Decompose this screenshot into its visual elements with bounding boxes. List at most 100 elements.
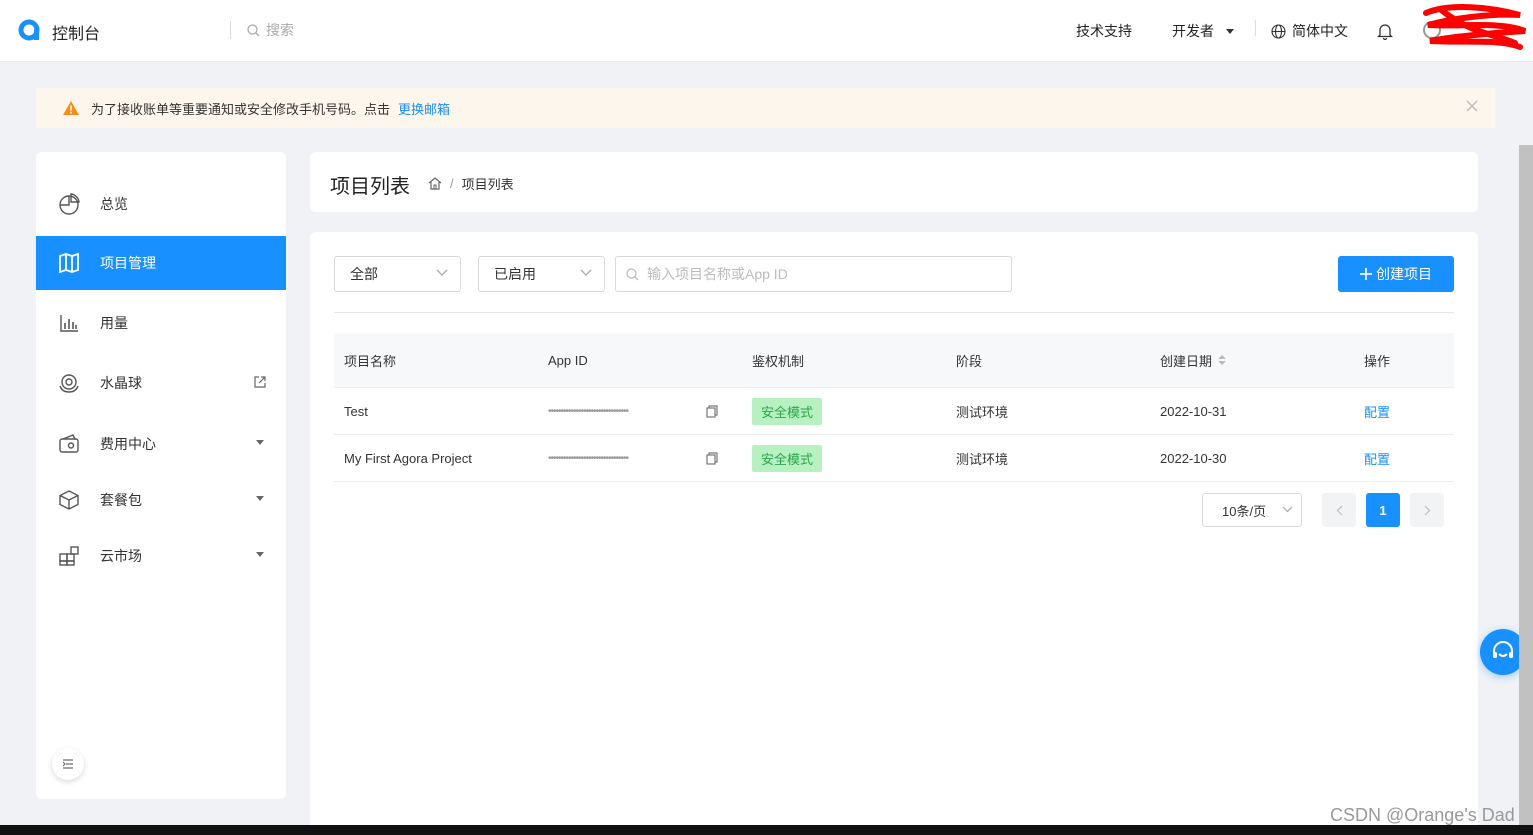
project-table: 项目名称 App ID 鉴权机制 阶段 创建日期 操作 Test •••••••… [334,333,1454,482]
globe-icon [1271,23,1286,39]
auth-cell: 安全模式 [742,435,946,481]
warning-icon [63,101,79,115]
copy-icon[interactable] [706,405,718,418]
chevron-right-icon [1424,505,1430,515]
chevron-down-icon [256,440,264,445]
create-project-button[interactable]: 创建项目 [1338,256,1454,292]
column-header-created[interactable]: 创建日期 [1150,333,1354,387]
prev-page-button[interactable] [1322,493,1356,527]
auth-badge: 安全模式 [752,397,823,425]
wallet-icon [58,433,80,455]
configure-link[interactable]: 配置 [1364,449,1390,468]
menu-fold-icon [62,759,73,769]
package-icon [58,489,80,511]
sidebar-item-label: 套餐包 [100,492,142,508]
create-project-label: 创建项目 [1376,266,1432,282]
scope-select-value: 全部 [350,266,378,282]
language-label: 简体中文 [1292,23,1348,39]
chevron-down-icon [436,269,448,276]
divider [230,21,231,39]
page-button-current[interactable]: 1 [1366,493,1400,527]
apps-icon [58,545,80,567]
status-select[interactable]: 已启用 [478,256,605,292]
breadcrumb-separator: / [450,176,454,191]
plus-icon [1360,268,1372,280]
sidebar: 总览 项目管理 用量 水晶球 费用中心 套餐包 云市场 [36,152,286,799]
close-icon[interactable] [1465,99,1479,113]
auth-cell: 安全模式 [742,388,946,434]
bar-chart-icon [58,312,80,334]
table-row: Test •••••••••••••••••••••••••••••••• 安全… [334,388,1454,435]
collapse-sidebar-button[interactable] [52,748,84,780]
home-icon[interactable] [428,177,442,190]
sidebar-item-label: 项目管理 [100,255,156,271]
developer-label: 开发者 [1172,23,1214,39]
created-date: 2022-10-30 [1160,450,1227,466]
sidebar-item-usage[interactable]: 用量 [36,296,286,350]
sidebar-item-label: 费用中心 [100,436,156,452]
action-cell: 配置 [1354,388,1454,434]
sort-icon[interactable] [1218,355,1227,365]
project-name: Test [344,403,368,419]
breadcrumb: / 项目列表 [428,174,514,193]
taskbar-strip [0,825,1533,835]
project-list-card: 全部 已启用 输入项目名称或App ID 创建项目 项目名称 App ID 鉴权… [310,232,1478,835]
global-search[interactable]: 搜索 [247,20,294,40]
configure-link[interactable]: 配置 [1364,402,1390,421]
redacted-avatar-scribble[interactable] [1420,3,1530,51]
chevron-down-icon [256,552,264,557]
column-header-auth: 鉴权机制 [752,353,805,369]
chevron-down-icon [580,269,592,276]
search-icon [626,267,639,280]
stage-cell: 测试环境 [956,451,1009,467]
sidebar-item-packages[interactable]: 套餐包 [36,473,286,527]
app-id-masked: •••••••••••••••••••••••••••••••• [548,405,629,417]
app-id-masked: •••••••••••••••••••••••••••••••• [548,452,629,464]
status-select-value: 已启用 [494,266,536,282]
sidebar-item-overview[interactable]: 总览 [36,177,286,231]
table-header: 项目名称 App ID 鉴权机制 阶段 创建日期 操作 [334,333,1454,388]
column-header-name: 项目名称 [344,353,397,369]
chevron-down-icon [1282,506,1293,513]
next-page-button[interactable] [1410,493,1444,527]
action-cell: 配置 [1354,435,1454,481]
tech-support-link[interactable]: 技术支持 [1076,21,1132,41]
search-icon [247,23,260,36]
sidebar-item-label: 云市场 [100,548,142,564]
crystal-ball-icon [58,372,80,394]
watermark: CSDN @Orange's Dad [1330,805,1515,825]
column-header-stage: 阶段 [956,353,983,369]
language-switcher[interactable]: 简体中文 [1271,21,1348,41]
page-title: 项目列表 [330,176,410,198]
sidebar-item-marketplace[interactable]: 云市场 [36,529,286,583]
logo-icon[interactable] [18,19,40,41]
page-size-select[interactable]: 10条/页 [1202,493,1302,527]
column-header-appid: App ID [548,352,588,368]
created-date: 2022-10-31 [1160,403,1227,419]
app-id-cell: •••••••••••••••••••••••••••••••• [538,435,742,481]
brand-title[interactable]: 控制台 [52,20,100,44]
column-header-created-label: 创建日期 [1160,353,1213,369]
scope-select[interactable]: 全部 [334,256,461,292]
notice-banner: 为了接收账单等重要通知或安全修改手机号码。点击 更换邮箱 [36,88,1495,128]
map-icon [58,252,80,274]
developer-menu[interactable]: 开发者 [1172,21,1234,41]
auth-badge: 安全模式 [752,444,823,472]
project-name: My First Agora Project [344,450,472,466]
change-email-link[interactable]: 更换邮箱 [398,99,450,118]
caret-down-icon [1226,28,1234,34]
notice-text: 为了接收账单等重要通知或安全修改手机号码。点击 [91,101,391,117]
sidebar-item-crystal-ball[interactable]: 水晶球 [36,356,286,410]
project-search-input[interactable]: 输入项目名称或App ID [615,256,1012,292]
table-row: My First Agora Project •••••••••••••••••… [334,435,1454,482]
sidebar-item-label: 水晶球 [100,375,142,391]
copy-icon[interactable] [706,452,718,465]
top-bar: 控制台 搜索 技术支持 开发者 简体中文 [0,0,1533,62]
divider [1255,20,1256,36]
sidebar-item-billing[interactable]: 费用中心 [36,417,286,471]
page-size-value: 10条/页 [1222,503,1267,519]
sidebar-item-label: 总览 [100,196,128,212]
scrollbar[interactable] [1519,145,1533,825]
sidebar-item-projects[interactable]: 项目管理 [36,236,286,290]
bell-icon[interactable] [1377,22,1393,40]
